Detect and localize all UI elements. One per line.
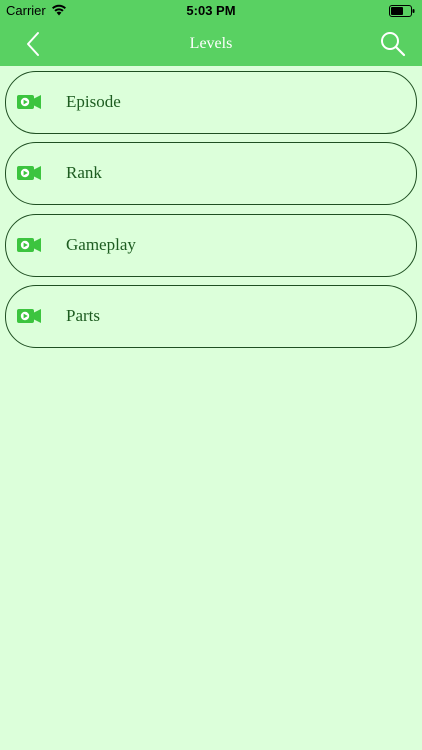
list-item-parts[interactable]: Parts <box>5 284 417 348</box>
search-icon <box>381 32 406 57</box>
video-camera-icon <box>17 308 41 323</box>
video-camera-icon <box>17 237 41 252</box>
list-item-label: Gameplay <box>66 234 136 254</box>
battery-icon <box>389 5 415 17</box>
nav-bar: Levels <box>0 22 422 66</box>
list-item-label: Rank <box>66 163 102 183</box>
levels-list: Episode Rank Gameplay Parts <box>5 71 417 356</box>
video-camera-icon <box>17 95 41 109</box>
search-button[interactable] <box>378 30 408 58</box>
list-item-rank[interactable]: Rank <box>5 142 417 206</box>
list-item-label: Episode <box>66 92 121 111</box>
status-time: 5:03 PM <box>186 3 236 18</box>
list-item-label: Parts <box>66 305 100 325</box>
header: Carrier 5:03 PM Levels <box>0 0 422 66</box>
video-camera-icon <box>17 166 41 181</box>
status-bar: Carrier 5:03 PM <box>0 0 422 22</box>
page-title: Levels <box>189 35 233 52</box>
list-item-episode[interactable]: Episode <box>5 71 417 134</box>
list-item-gameplay[interactable]: Gameplay <box>5 213 417 277</box>
